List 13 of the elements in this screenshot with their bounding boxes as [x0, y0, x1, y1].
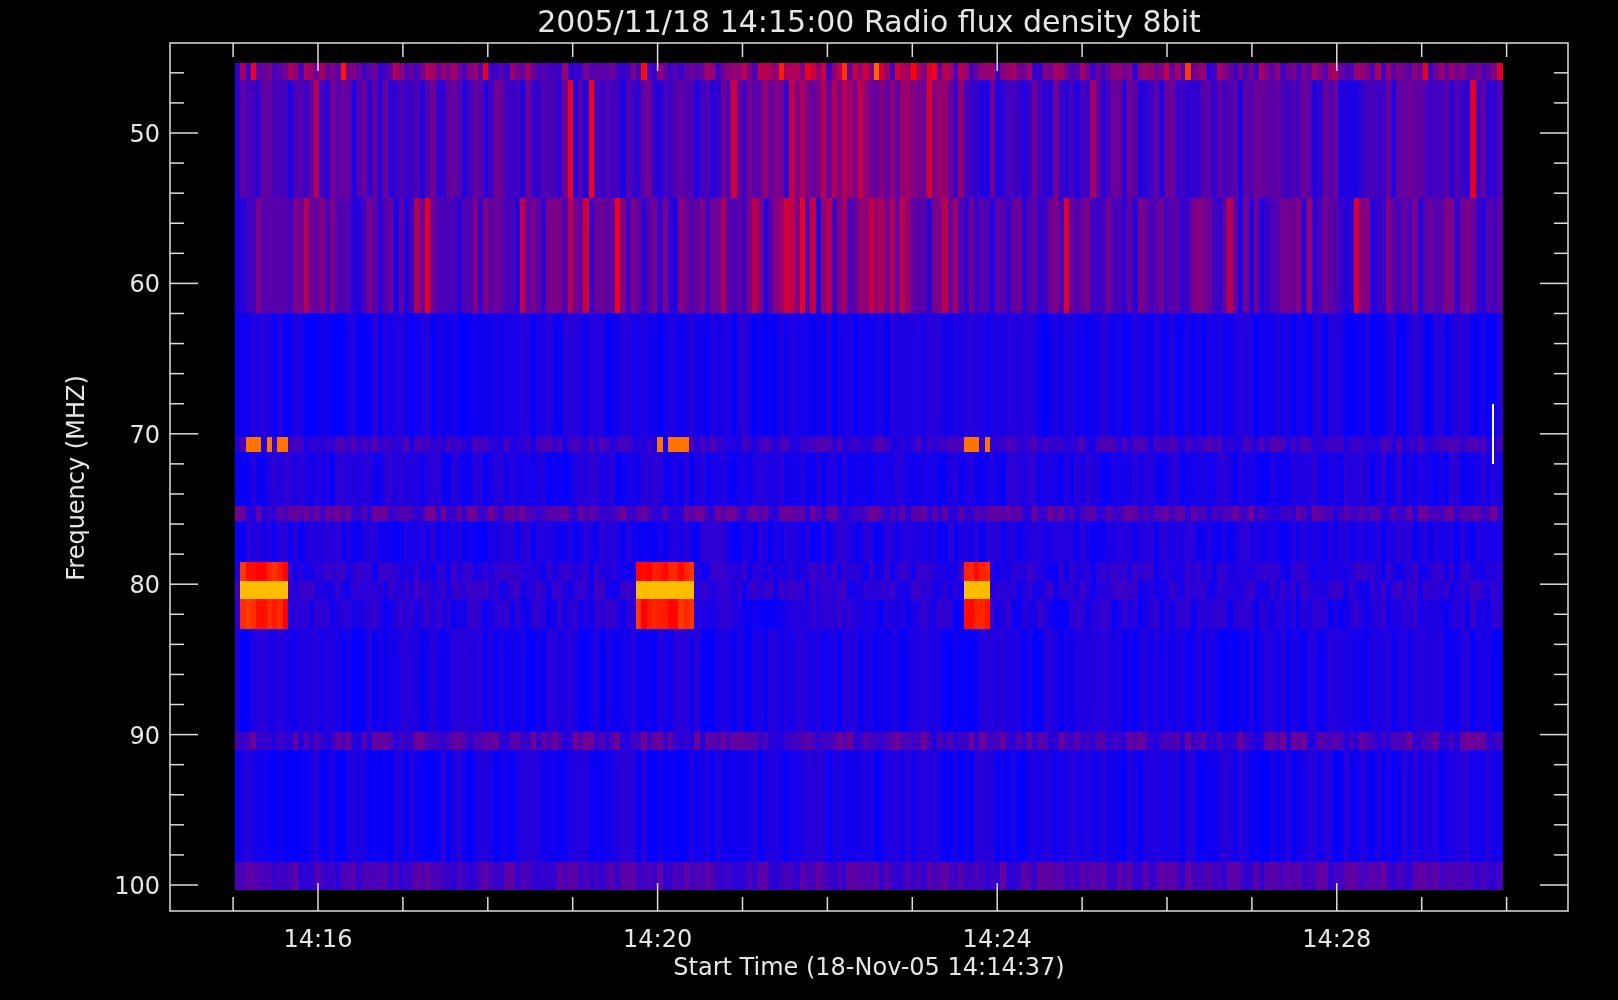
tick-label: 14:20 — [623, 925, 693, 953]
tick-label: 90 — [129, 721, 160, 750]
tick-label: 14:28 — [1302, 925, 1372, 953]
tick-label: 70 — [129, 420, 160, 449]
tick-label: 50 — [129, 120, 160, 148]
tick-label: 14:24 — [962, 925, 1032, 953]
chart-title: 2005/11/18 14:15:00 Radio flux density 8bit — [537, 4, 1201, 39]
axis-label: Frequency (MHZ) — [62, 375, 90, 581]
tick-label: 60 — [129, 270, 160, 299]
axis-label: Start Time (18-Nov-05 14:14:37) — [673, 953, 1065, 981]
tick-label: 14:16 — [283, 925, 353, 953]
tick-label: 80 — [129, 571, 160, 600]
tick-label: 100 — [114, 872, 160, 900]
